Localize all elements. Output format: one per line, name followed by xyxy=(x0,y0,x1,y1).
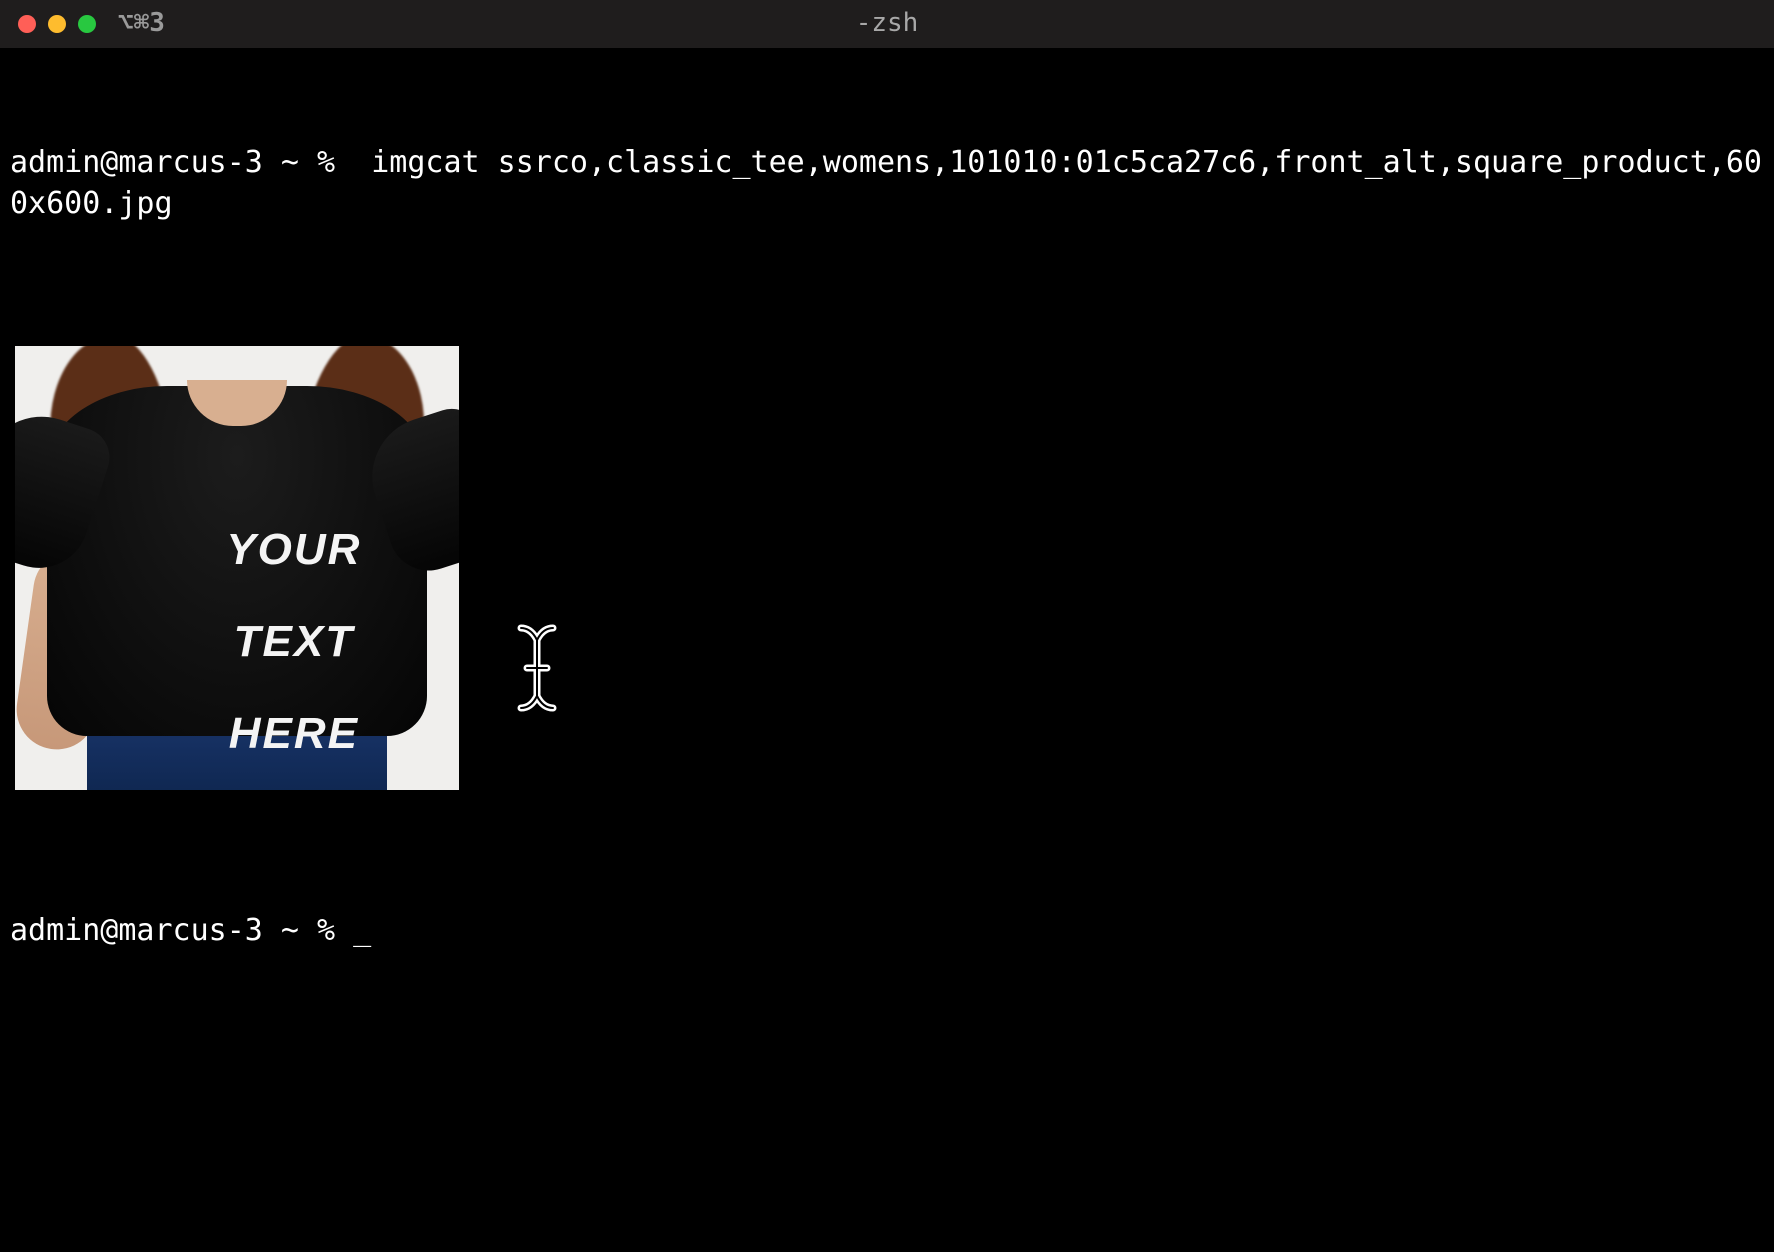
zoom-window-button[interactable] xyxy=(78,15,96,33)
window-shortcut-hint: ⌥⌘3 xyxy=(118,6,165,41)
window-titlebar: ⌥⌘3 -zsh xyxy=(0,0,1774,48)
terminal-viewport[interactable]: admin@marcus-3 ~ % imgcat ssrco,classic_… xyxy=(0,48,1774,992)
close-window-button[interactable] xyxy=(18,15,36,33)
terminal-line-1: admin@marcus-3 ~ % imgcat ssrco,classic_… xyxy=(10,143,1764,224)
shell-prompt-active[interactable]: admin@marcus-3 ~ % xyxy=(10,913,371,948)
tshirt-line-1: YOUR xyxy=(226,525,361,574)
imgcat-inline-image: YOUR TEXT HERE xyxy=(15,346,459,790)
traffic-lights xyxy=(18,15,96,33)
tshirt-line-2: TEXT xyxy=(234,617,354,666)
terminal-line-2: admin@marcus-3 ~ % xyxy=(10,911,1764,952)
minimize-window-button[interactable] xyxy=(48,15,66,33)
window-process-title: -zsh xyxy=(856,6,919,41)
tshirt-line-3: HERE xyxy=(229,709,359,758)
tshirt-print-text: YOUR TEXT HERE xyxy=(47,481,427,790)
shell-prompt: admin@marcus-3 ~ % xyxy=(10,145,353,180)
